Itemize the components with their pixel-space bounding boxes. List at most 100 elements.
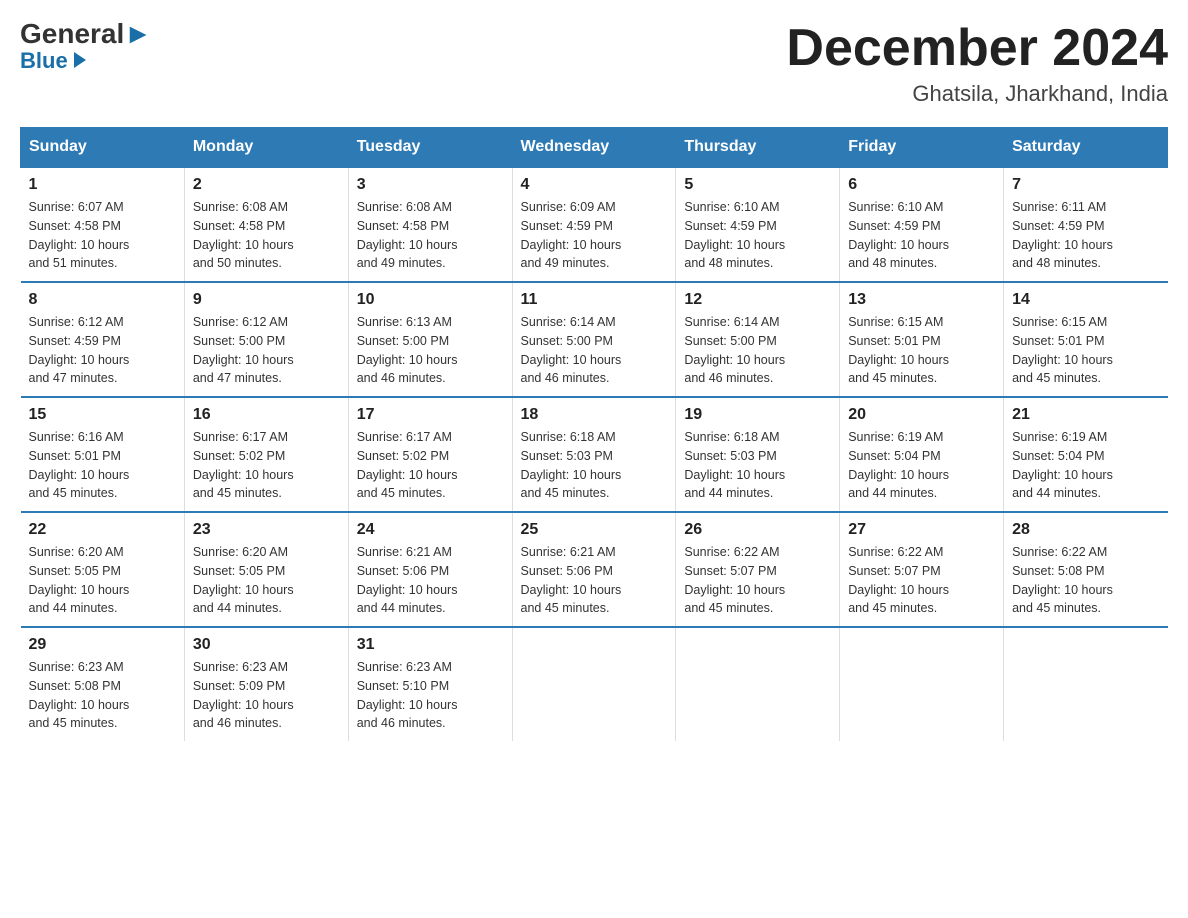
- day-info: Sunrise: 6:20 AM Sunset: 5:05 PM Dayligh…: [29, 543, 176, 618]
- table-row: 23 Sunrise: 6:20 AM Sunset: 5:05 PM Dayl…: [184, 512, 348, 627]
- day-number: 18: [521, 406, 668, 424]
- day-info: Sunrise: 6:19 AM Sunset: 5:04 PM Dayligh…: [1012, 428, 1159, 503]
- day-number: 16: [193, 406, 340, 424]
- day-info: Sunrise: 6:13 AM Sunset: 5:00 PM Dayligh…: [357, 313, 504, 388]
- day-number: 14: [1012, 291, 1159, 309]
- day-info: Sunrise: 6:09 AM Sunset: 4:59 PM Dayligh…: [521, 198, 668, 273]
- table-row: 27 Sunrise: 6:22 AM Sunset: 5:07 PM Dayl…: [840, 512, 1004, 627]
- day-number: 19: [684, 406, 831, 424]
- table-row: 1 Sunrise: 6:07 AM Sunset: 4:58 PM Dayli…: [21, 167, 185, 282]
- table-row: 12 Sunrise: 6:14 AM Sunset: 5:00 PM Dayl…: [676, 282, 840, 397]
- table-row: 25 Sunrise: 6:21 AM Sunset: 5:06 PM Dayl…: [512, 512, 676, 627]
- table-row: [840, 627, 1004, 741]
- day-number: 15: [29, 406, 176, 424]
- header-tuesday: Tuesday: [348, 128, 512, 168]
- day-info: Sunrise: 6:23 AM Sunset: 5:09 PM Dayligh…: [193, 658, 340, 733]
- day-info: Sunrise: 6:12 AM Sunset: 5:00 PM Dayligh…: [193, 313, 340, 388]
- logo-general-text: General►: [20, 20, 152, 48]
- day-info: Sunrise: 6:12 AM Sunset: 4:59 PM Dayligh…: [29, 313, 176, 388]
- day-info: Sunrise: 6:14 AM Sunset: 5:00 PM Dayligh…: [521, 313, 668, 388]
- week-row-5: 29 Sunrise: 6:23 AM Sunset: 5:08 PM Dayl…: [21, 627, 1168, 741]
- day-number: 4: [521, 176, 668, 194]
- day-number: 13: [848, 291, 995, 309]
- table-row: 13 Sunrise: 6:15 AM Sunset: 5:01 PM Dayl…: [840, 282, 1004, 397]
- logo-accent: ►: [124, 18, 152, 49]
- table-row: 6 Sunrise: 6:10 AM Sunset: 4:59 PM Dayli…: [840, 167, 1004, 282]
- day-info: Sunrise: 6:08 AM Sunset: 4:58 PM Dayligh…: [357, 198, 504, 273]
- table-row: 18 Sunrise: 6:18 AM Sunset: 5:03 PM Dayl…: [512, 397, 676, 512]
- day-number: 20: [848, 406, 995, 424]
- day-info: Sunrise: 6:22 AM Sunset: 5:07 PM Dayligh…: [848, 543, 995, 618]
- day-info: Sunrise: 6:22 AM Sunset: 5:07 PM Dayligh…: [684, 543, 831, 618]
- table-row: 21 Sunrise: 6:19 AM Sunset: 5:04 PM Dayl…: [1004, 397, 1168, 512]
- table-row: 26 Sunrise: 6:22 AM Sunset: 5:07 PM Dayl…: [676, 512, 840, 627]
- table-row: [512, 627, 676, 741]
- day-number: 5: [684, 176, 831, 194]
- day-info: Sunrise: 6:17 AM Sunset: 5:02 PM Dayligh…: [193, 428, 340, 503]
- table-row: [676, 627, 840, 741]
- day-number: 7: [1012, 176, 1159, 194]
- table-row: 2 Sunrise: 6:08 AM Sunset: 4:58 PM Dayli…: [184, 167, 348, 282]
- week-row-4: 22 Sunrise: 6:20 AM Sunset: 5:05 PM Dayl…: [21, 512, 1168, 627]
- day-number: 10: [357, 291, 504, 309]
- header-monday: Monday: [184, 128, 348, 168]
- logo-blue-text: Blue: [20, 48, 86, 74]
- day-info: Sunrise: 6:10 AM Sunset: 4:59 PM Dayligh…: [684, 198, 831, 273]
- day-info: Sunrise: 6:17 AM Sunset: 5:02 PM Dayligh…: [357, 428, 504, 503]
- day-info: Sunrise: 6:23 AM Sunset: 5:08 PM Dayligh…: [29, 658, 176, 733]
- table-row: 14 Sunrise: 6:15 AM Sunset: 5:01 PM Dayl…: [1004, 282, 1168, 397]
- table-row: 16 Sunrise: 6:17 AM Sunset: 5:02 PM Dayl…: [184, 397, 348, 512]
- table-row: 11 Sunrise: 6:14 AM Sunset: 5:00 PM Dayl…: [512, 282, 676, 397]
- day-number: 26: [684, 521, 831, 539]
- logo: General► Blue: [20, 20, 152, 74]
- table-row: 8 Sunrise: 6:12 AM Sunset: 4:59 PM Dayli…: [21, 282, 185, 397]
- table-row: 19 Sunrise: 6:18 AM Sunset: 5:03 PM Dayl…: [676, 397, 840, 512]
- header-thursday: Thursday: [676, 128, 840, 168]
- location-text: Ghatsila, Jharkhand, India: [786, 81, 1168, 107]
- week-row-3: 15 Sunrise: 6:16 AM Sunset: 5:01 PM Dayl…: [21, 397, 1168, 512]
- table-row: 28 Sunrise: 6:22 AM Sunset: 5:08 PM Dayl…: [1004, 512, 1168, 627]
- day-number: 23: [193, 521, 340, 539]
- header-friday: Friday: [840, 128, 1004, 168]
- day-info: Sunrise: 6:23 AM Sunset: 5:10 PM Dayligh…: [357, 658, 504, 733]
- table-row: 20 Sunrise: 6:19 AM Sunset: 5:04 PM Dayl…: [840, 397, 1004, 512]
- day-number: 25: [521, 521, 668, 539]
- table-row: [1004, 627, 1168, 741]
- header-sunday: Sunday: [21, 128, 185, 168]
- table-row: 24 Sunrise: 6:21 AM Sunset: 5:06 PM Dayl…: [348, 512, 512, 627]
- day-number: 27: [848, 521, 995, 539]
- day-info: Sunrise: 6:07 AM Sunset: 4:58 PM Dayligh…: [29, 198, 176, 273]
- day-info: Sunrise: 6:16 AM Sunset: 5:01 PM Dayligh…: [29, 428, 176, 503]
- table-row: 29 Sunrise: 6:23 AM Sunset: 5:08 PM Dayl…: [21, 627, 185, 741]
- table-row: 7 Sunrise: 6:11 AM Sunset: 4:59 PM Dayli…: [1004, 167, 1168, 282]
- day-number: 24: [357, 521, 504, 539]
- week-row-1: 1 Sunrise: 6:07 AM Sunset: 4:58 PM Dayli…: [21, 167, 1168, 282]
- day-info: Sunrise: 6:18 AM Sunset: 5:03 PM Dayligh…: [684, 428, 831, 503]
- table-row: 9 Sunrise: 6:12 AM Sunset: 5:00 PM Dayli…: [184, 282, 348, 397]
- day-number: 21: [1012, 406, 1159, 424]
- day-info: Sunrise: 6:11 AM Sunset: 4:59 PM Dayligh…: [1012, 198, 1159, 273]
- calendar-table: SundayMondayTuesdayWednesdayThursdayFrid…: [20, 127, 1168, 741]
- day-number: 17: [357, 406, 504, 424]
- day-info: Sunrise: 6:08 AM Sunset: 4:58 PM Dayligh…: [193, 198, 340, 273]
- day-info: Sunrise: 6:18 AM Sunset: 5:03 PM Dayligh…: [521, 428, 668, 503]
- day-number: 2: [193, 176, 340, 194]
- day-info: Sunrise: 6:21 AM Sunset: 5:06 PM Dayligh…: [521, 543, 668, 618]
- table-row: 3 Sunrise: 6:08 AM Sunset: 4:58 PM Dayli…: [348, 167, 512, 282]
- day-info: Sunrise: 6:20 AM Sunset: 5:05 PM Dayligh…: [193, 543, 340, 618]
- table-row: 4 Sunrise: 6:09 AM Sunset: 4:59 PM Dayli…: [512, 167, 676, 282]
- day-number: 6: [848, 176, 995, 194]
- day-info: Sunrise: 6:19 AM Sunset: 5:04 PM Dayligh…: [848, 428, 995, 503]
- header-wednesday: Wednesday: [512, 128, 676, 168]
- table-row: 5 Sunrise: 6:10 AM Sunset: 4:59 PM Dayli…: [676, 167, 840, 282]
- day-number: 12: [684, 291, 831, 309]
- table-row: 10 Sunrise: 6:13 AM Sunset: 5:00 PM Dayl…: [348, 282, 512, 397]
- day-info: Sunrise: 6:10 AM Sunset: 4:59 PM Dayligh…: [848, 198, 995, 273]
- day-info: Sunrise: 6:14 AM Sunset: 5:00 PM Dayligh…: [684, 313, 831, 388]
- day-number: 31: [357, 636, 504, 654]
- day-info: Sunrise: 6:15 AM Sunset: 5:01 PM Dayligh…: [848, 313, 995, 388]
- day-number: 8: [29, 291, 176, 309]
- table-row: 30 Sunrise: 6:23 AM Sunset: 5:09 PM Dayl…: [184, 627, 348, 741]
- week-row-2: 8 Sunrise: 6:12 AM Sunset: 4:59 PM Dayli…: [21, 282, 1168, 397]
- day-number: 29: [29, 636, 176, 654]
